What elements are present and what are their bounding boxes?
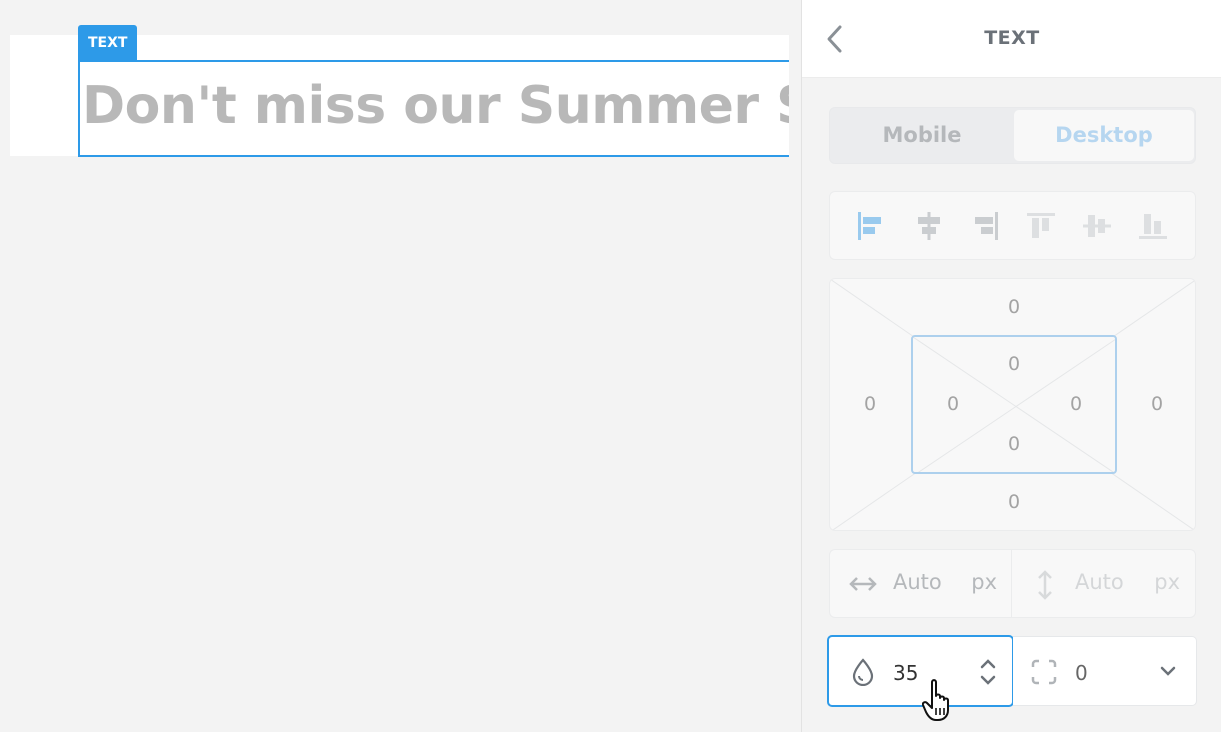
align-top-icon[interactable] xyxy=(1027,212,1055,240)
tab-desktop[interactable]: Desktop xyxy=(1014,110,1194,161)
align-left-icon[interactable] xyxy=(857,212,885,240)
panel-title: TEXT xyxy=(984,27,1040,49)
width-unit[interactable]: px xyxy=(971,570,997,594)
device-toggle: Mobile Desktop xyxy=(829,107,1196,164)
margin-left-value[interactable]: 0 xyxy=(850,393,890,415)
align-center-vertical-icon[interactable] xyxy=(1083,212,1111,240)
width-arrows-icon xyxy=(849,577,877,591)
margin-right-value[interactable]: 0 xyxy=(1137,393,1177,415)
text-element-content[interactable]: Don't miss our Summer Sale xyxy=(82,76,789,136)
opacity-value[interactable]: 35 xyxy=(893,661,918,685)
chevron-down-icon[interactable] xyxy=(1159,665,1177,677)
selected-text-element[interactable]: Don't miss our Summer Sale xyxy=(78,60,789,157)
padding-right-value[interactable]: 0 xyxy=(1056,393,1096,415)
align-bottom-icon[interactable] xyxy=(1139,212,1167,240)
height-unit[interactable]: px xyxy=(1154,570,1180,594)
padding-box: 0 0 0 0 xyxy=(911,335,1117,474)
width-field[interactable]: Auto px xyxy=(830,550,1012,617)
height-field[interactable]: Auto px xyxy=(1012,550,1194,617)
alignment-toolbar xyxy=(829,191,1196,260)
opacity-field[interactable]: 35 xyxy=(827,635,1014,707)
padding-bottom-value[interactable]: 0 xyxy=(994,433,1034,455)
padding-top-value[interactable]: 0 xyxy=(994,353,1034,375)
element-type-tag: TEXT xyxy=(78,25,138,60)
spacing-editor: 0 0 0 0 0 0 0 0 xyxy=(829,278,1196,531)
border-radius-value[interactable]: 0 xyxy=(1075,661,1088,685)
hand-cursor-icon xyxy=(922,679,949,721)
height-arrows-icon xyxy=(1038,570,1052,600)
panel-body-disabled: Mobile Desktop 0 0 0 0 0 0 0 0 Auto px A… xyxy=(802,79,1221,620)
height-value[interactable]: Auto xyxy=(1075,570,1124,594)
margin-top-value[interactable]: 0 xyxy=(994,296,1034,318)
align-center-horizontal-icon[interactable] xyxy=(915,212,943,240)
style-controls: 35 0 xyxy=(827,635,1197,707)
padding-left-value[interactable]: 0 xyxy=(933,393,973,415)
margin-bottom-value[interactable]: 0 xyxy=(994,491,1034,513)
panel-header: TEXT xyxy=(802,0,1221,78)
settings-panel: TEXT Mobile Desktop 0 0 0 0 0 0 0 0 Auto… xyxy=(801,0,1221,732)
align-right-icon[interactable] xyxy=(971,212,999,240)
tab-mobile[interactable]: Mobile xyxy=(832,110,1012,161)
stepper-icon[interactable] xyxy=(979,657,997,687)
drop-icon xyxy=(852,658,874,686)
border-radius-field[interactable]: 0 xyxy=(1013,636,1197,706)
width-value[interactable]: Auto xyxy=(893,570,942,594)
size-controls: Auto px Auto px xyxy=(829,549,1196,618)
corner-radius-icon xyxy=(1031,659,1057,685)
